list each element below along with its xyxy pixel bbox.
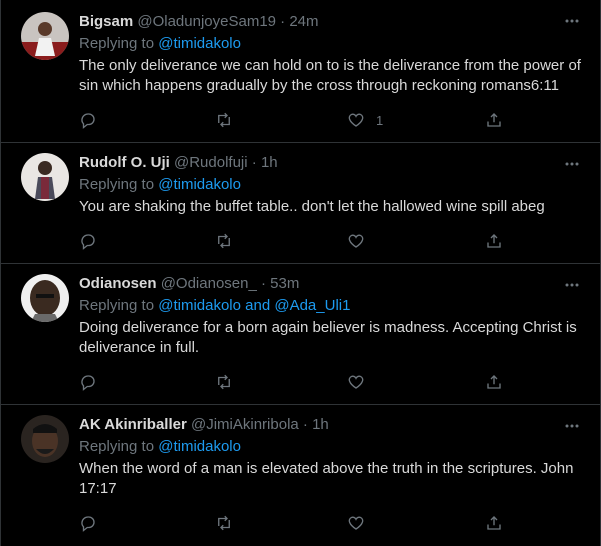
handle[interactable]: @OladunjoyeSam19: [137, 13, 276, 30]
retweet-button[interactable]: [215, 372, 233, 392]
like-icon: [348, 113, 364, 127]
share-button[interactable]: [485, 513, 503, 533]
share-button[interactable]: [485, 372, 503, 392]
replying-to: Replying to @timidakolo and @Ada_Uli1: [79, 296, 584, 316]
retweet-button[interactable]: [215, 513, 233, 533]
tweet[interactable]: Bigsam @OladunjoyeSam19 · 24m Replying t…: [1, 0, 600, 143]
reply-feed: Bigsam @OladunjoyeSam19 · 24m Replying t…: [0, 0, 601, 546]
share-icon: [487, 234, 501, 248]
retweet-icon: [218, 515, 230, 531]
retweet-button[interactable]: [215, 110, 233, 130]
reply-icon: [81, 234, 95, 250]
timestamp[interactable]: 1h: [261, 154, 278, 171]
replying-to: Replying to @timidakolo: [79, 437, 584, 457]
like-icon: [348, 375, 364, 389]
avatar[interactable]: [21, 415, 69, 463]
reply-button[interactable]: [79, 372, 97, 392]
tweet-text: When the word of a man is elevated above…: [79, 460, 574, 497]
separator: ·: [251, 154, 257, 171]
mention-link[interactable]: @timidakolo: [158, 438, 241, 455]
reply-icon: [81, 516, 95, 532]
replying-to: Replying to @timidakolo: [79, 34, 584, 54]
retweet-icon: [218, 374, 230, 390]
replying-to-label: Replying to: [79, 35, 159, 52]
mention-joiner: and: [240, 297, 275, 314]
avatar[interactable]: [21, 12, 69, 60]
tweet-text: You are shaking the buffet table.. don't…: [79, 198, 545, 215]
display-name[interactable]: AK Akinriballer: [79, 416, 187, 433]
display-name[interactable]: Bigsam: [79, 13, 133, 30]
mention-link[interactable]: @timidakolo: [158, 176, 241, 193]
tweet-text: The only deliverance we can hold on to i…: [79, 57, 581, 94]
handle[interactable]: @Rudolfuji: [174, 154, 248, 171]
tweet[interactable]: AK Akinriballer @JimiAkinribola · 1h Rep…: [1, 405, 600, 546]
like-button[interactable]: [347, 231, 376, 251]
reply-icon: [81, 113, 95, 129]
replying-to-label: Replying to: [79, 297, 159, 314]
share-icon: [487, 375, 501, 389]
share-icon: [487, 516, 501, 530]
replying-to-label: Replying to: [79, 176, 159, 193]
mention-link[interactable]: @timidakolo: [158, 297, 241, 314]
separator: ·: [260, 275, 266, 292]
share-button[interactable]: [485, 231, 503, 251]
reply-button[interactable]: [79, 513, 97, 533]
display-name[interactable]: Odianosen: [79, 275, 157, 292]
reply-icon: [81, 375, 95, 391]
tweet[interactable]: Rudolf O. Uji @Rudolfuji · 1h Replying t…: [1, 143, 600, 264]
share-button[interactable]: [485, 110, 503, 130]
tweet-text: Doing deliverance for a born again belie…: [79, 319, 577, 356]
tweet[interactable]: Odianosen @Odianosen_ · 53m Replying to …: [1, 264, 600, 405]
like-button[interactable]: 1: [347, 110, 383, 130]
handle[interactable]: @JimiAkinribola: [191, 416, 299, 433]
reply-button[interactable]: [79, 110, 97, 130]
like-icon: [348, 234, 364, 248]
retweet-icon: [218, 112, 230, 128]
mention-link[interactable]: @Ada_Uli1: [274, 297, 350, 314]
timestamp[interactable]: 24m: [289, 13, 318, 30]
timestamp[interactable]: 53m: [270, 275, 299, 292]
replying-to: Replying to @timidakolo: [79, 175, 584, 195]
reply-button[interactable]: [79, 231, 97, 251]
display-name[interactable]: Rudolf O. Uji: [79, 154, 170, 171]
avatar[interactable]: [21, 153, 69, 201]
timestamp[interactable]: 1h: [312, 416, 329, 433]
like-count: 1: [376, 112, 384, 128]
share-icon: [487, 113, 501, 127]
like-button[interactable]: [347, 513, 376, 533]
like-icon: [348, 516, 364, 530]
separator: ·: [280, 13, 286, 30]
like-button[interactable]: [347, 372, 376, 392]
avatar[interactable]: [21, 274, 69, 322]
handle[interactable]: @Odianosen_: [161, 275, 257, 292]
retweet-button[interactable]: [215, 231, 233, 251]
retweet-icon: [218, 233, 230, 249]
mention-link[interactable]: @timidakolo: [158, 35, 241, 52]
separator: ·: [302, 416, 308, 433]
replying-to-label: Replying to: [79, 438, 159, 455]
